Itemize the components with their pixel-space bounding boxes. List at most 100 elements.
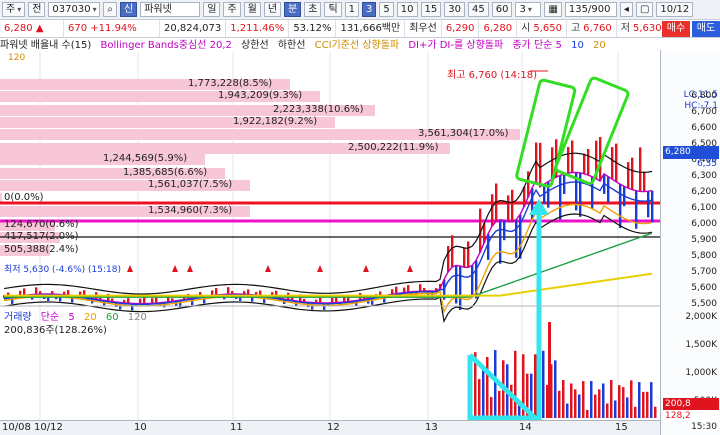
interval-60[interactable]: 60	[491, 2, 513, 17]
period-month[interactable]: 월	[243, 2, 261, 17]
price-tick: 6,700	[691, 107, 717, 117]
volume-bar	[622, 387, 625, 418]
interval-select[interactable]: 3	[515, 2, 542, 17]
prefix-button[interactable]: 전	[28, 2, 46, 17]
candle	[247, 289, 250, 295]
period-week[interactable]: 주	[223, 2, 241, 17]
high-price: 고 6,760	[567, 20, 617, 37]
volume-bar	[578, 394, 581, 418]
candle	[451, 235, 454, 268]
volume-ratio-tag: 128,2	[663, 410, 719, 422]
interval-10[interactable]: 10	[396, 2, 418, 17]
volume-bar	[598, 389, 601, 418]
candle	[651, 190, 654, 223]
search-icon[interactable]: ⌕	[103, 2, 118, 17]
volume-bar	[618, 385, 621, 418]
interval-45[interactable]: 45	[467, 2, 489, 17]
period-second[interactable]: 초	[304, 2, 322, 17]
candle	[487, 233, 490, 260]
date-label: 10	[134, 422, 147, 433]
volume-bar	[486, 356, 489, 418]
candle	[215, 287, 218, 295]
sell-button[interactable]: 매도	[692, 21, 720, 37]
date-label: 10/12	[34, 422, 63, 433]
candle	[567, 147, 570, 174]
volume-bar	[562, 380, 565, 418]
volume-bar	[554, 360, 557, 418]
candle	[631, 157, 634, 190]
period-year[interactable]: 년	[263, 2, 282, 17]
candle	[467, 241, 470, 268]
date-axis[interactable]: 10/08 10/12 10 11 12 13 14 15	[0, 420, 660, 435]
market-type-select[interactable]: 주	[2, 2, 26, 17]
volume-bar	[558, 390, 561, 418]
volume-bar	[574, 389, 577, 418]
interval-30[interactable]: 30	[444, 2, 465, 17]
current-price: 6,280 ▲	[0, 20, 64, 37]
volume-bar	[582, 381, 585, 418]
candle	[531, 188, 534, 221]
buy-button[interactable]: 매수	[662, 21, 690, 37]
interval-5[interactable]: 5	[379, 2, 394, 17]
volume-current-tag: 200,8	[663, 398, 719, 410]
candle	[639, 147, 642, 192]
candle	[611, 147, 614, 180]
volume-value: 20,824,073	[160, 20, 227, 37]
volume-bar	[494, 350, 497, 418]
ma5-line	[3, 171, 653, 305]
volume-bar	[650, 382, 653, 418]
period-tick[interactable]: 틱	[324, 2, 342, 17]
amount-value: 131,666백만	[336, 20, 406, 37]
time-right: 15:30	[691, 422, 717, 432]
profile-label: 124,670(0.6%)	[4, 219, 79, 230]
annotation-box-1	[515, 78, 577, 188]
date-label: 10/08	[2, 422, 31, 433]
prev-icon[interactable]: ◂	[619, 2, 633, 17]
signal-arrow-icon	[187, 265, 193, 272]
candle	[139, 298, 142, 304]
change-pct: +11.94%	[90, 23, 137, 34]
date-field[interactable]: 10/12	[656, 2, 694, 17]
stock-name-field: 파워넷	[140, 2, 201, 17]
toolbar: 주 전 037030 ⌕ 신 파워넷 일 주 월 년 분 초 틱 1 3 5 1…	[0, 0, 720, 20]
period-minute[interactable]: 분	[284, 2, 302, 17]
period-day[interactable]: 일	[203, 2, 221, 17]
candle	[647, 191, 650, 218]
volume-bar	[626, 397, 629, 418]
candle	[419, 284, 422, 292]
candle	[583, 153, 586, 174]
count-display: 135/900	[564, 2, 617, 17]
interval-1[interactable]: 1	[344, 2, 360, 17]
volume-bar	[646, 391, 649, 418]
volume-bar	[630, 380, 633, 418]
candle	[607, 176, 610, 203]
high-marker: 최고 6,760 (14:18)	[447, 70, 538, 81]
signal-arrow-icon	[265, 265, 271, 272]
new-badge: 신	[120, 2, 138, 17]
profile-label: 1,561,037(7.5%)	[148, 179, 233, 190]
interval-3[interactable]: 3	[362, 2, 377, 17]
settings-icon[interactable]: ▢	[635, 2, 654, 17]
volume-bar	[638, 382, 641, 418]
price-tick: 5,600	[691, 283, 717, 293]
volume-bar	[654, 406, 657, 418]
quote-bar: 6,280 ▲ 670 +11.94% 20,824,073 1,211.46%…	[0, 20, 720, 38]
candle	[227, 287, 230, 295]
signal-arrow-icon	[127, 265, 133, 272]
candle	[407, 285, 410, 293]
candle	[571, 140, 574, 173]
high-value: 6,760	[583, 23, 612, 34]
interval-15[interactable]: 15	[420, 2, 442, 17]
volume-bar	[498, 390, 501, 418]
stock-code-input[interactable]: 037030	[48, 2, 101, 17]
volume-bar	[602, 383, 605, 418]
profile-label: 417,517(2.0%)	[4, 231, 79, 242]
profile-label: 1,773,228(8.5%)	[188, 78, 273, 89]
volume-bar	[542, 350, 545, 418]
profile-label: 1,534,960(7.3%)	[148, 205, 233, 216]
price-tick: 5,800	[691, 251, 717, 261]
candle	[447, 246, 450, 273]
price-axis[interactable]: LC:11.5 HC:-7.1 6,800 6,700 6,600 6,500 6,40…	[660, 50, 720, 435]
grid-icon[interactable]: ▦	[544, 2, 562, 17]
price-tick: 6,300	[691, 171, 717, 181]
